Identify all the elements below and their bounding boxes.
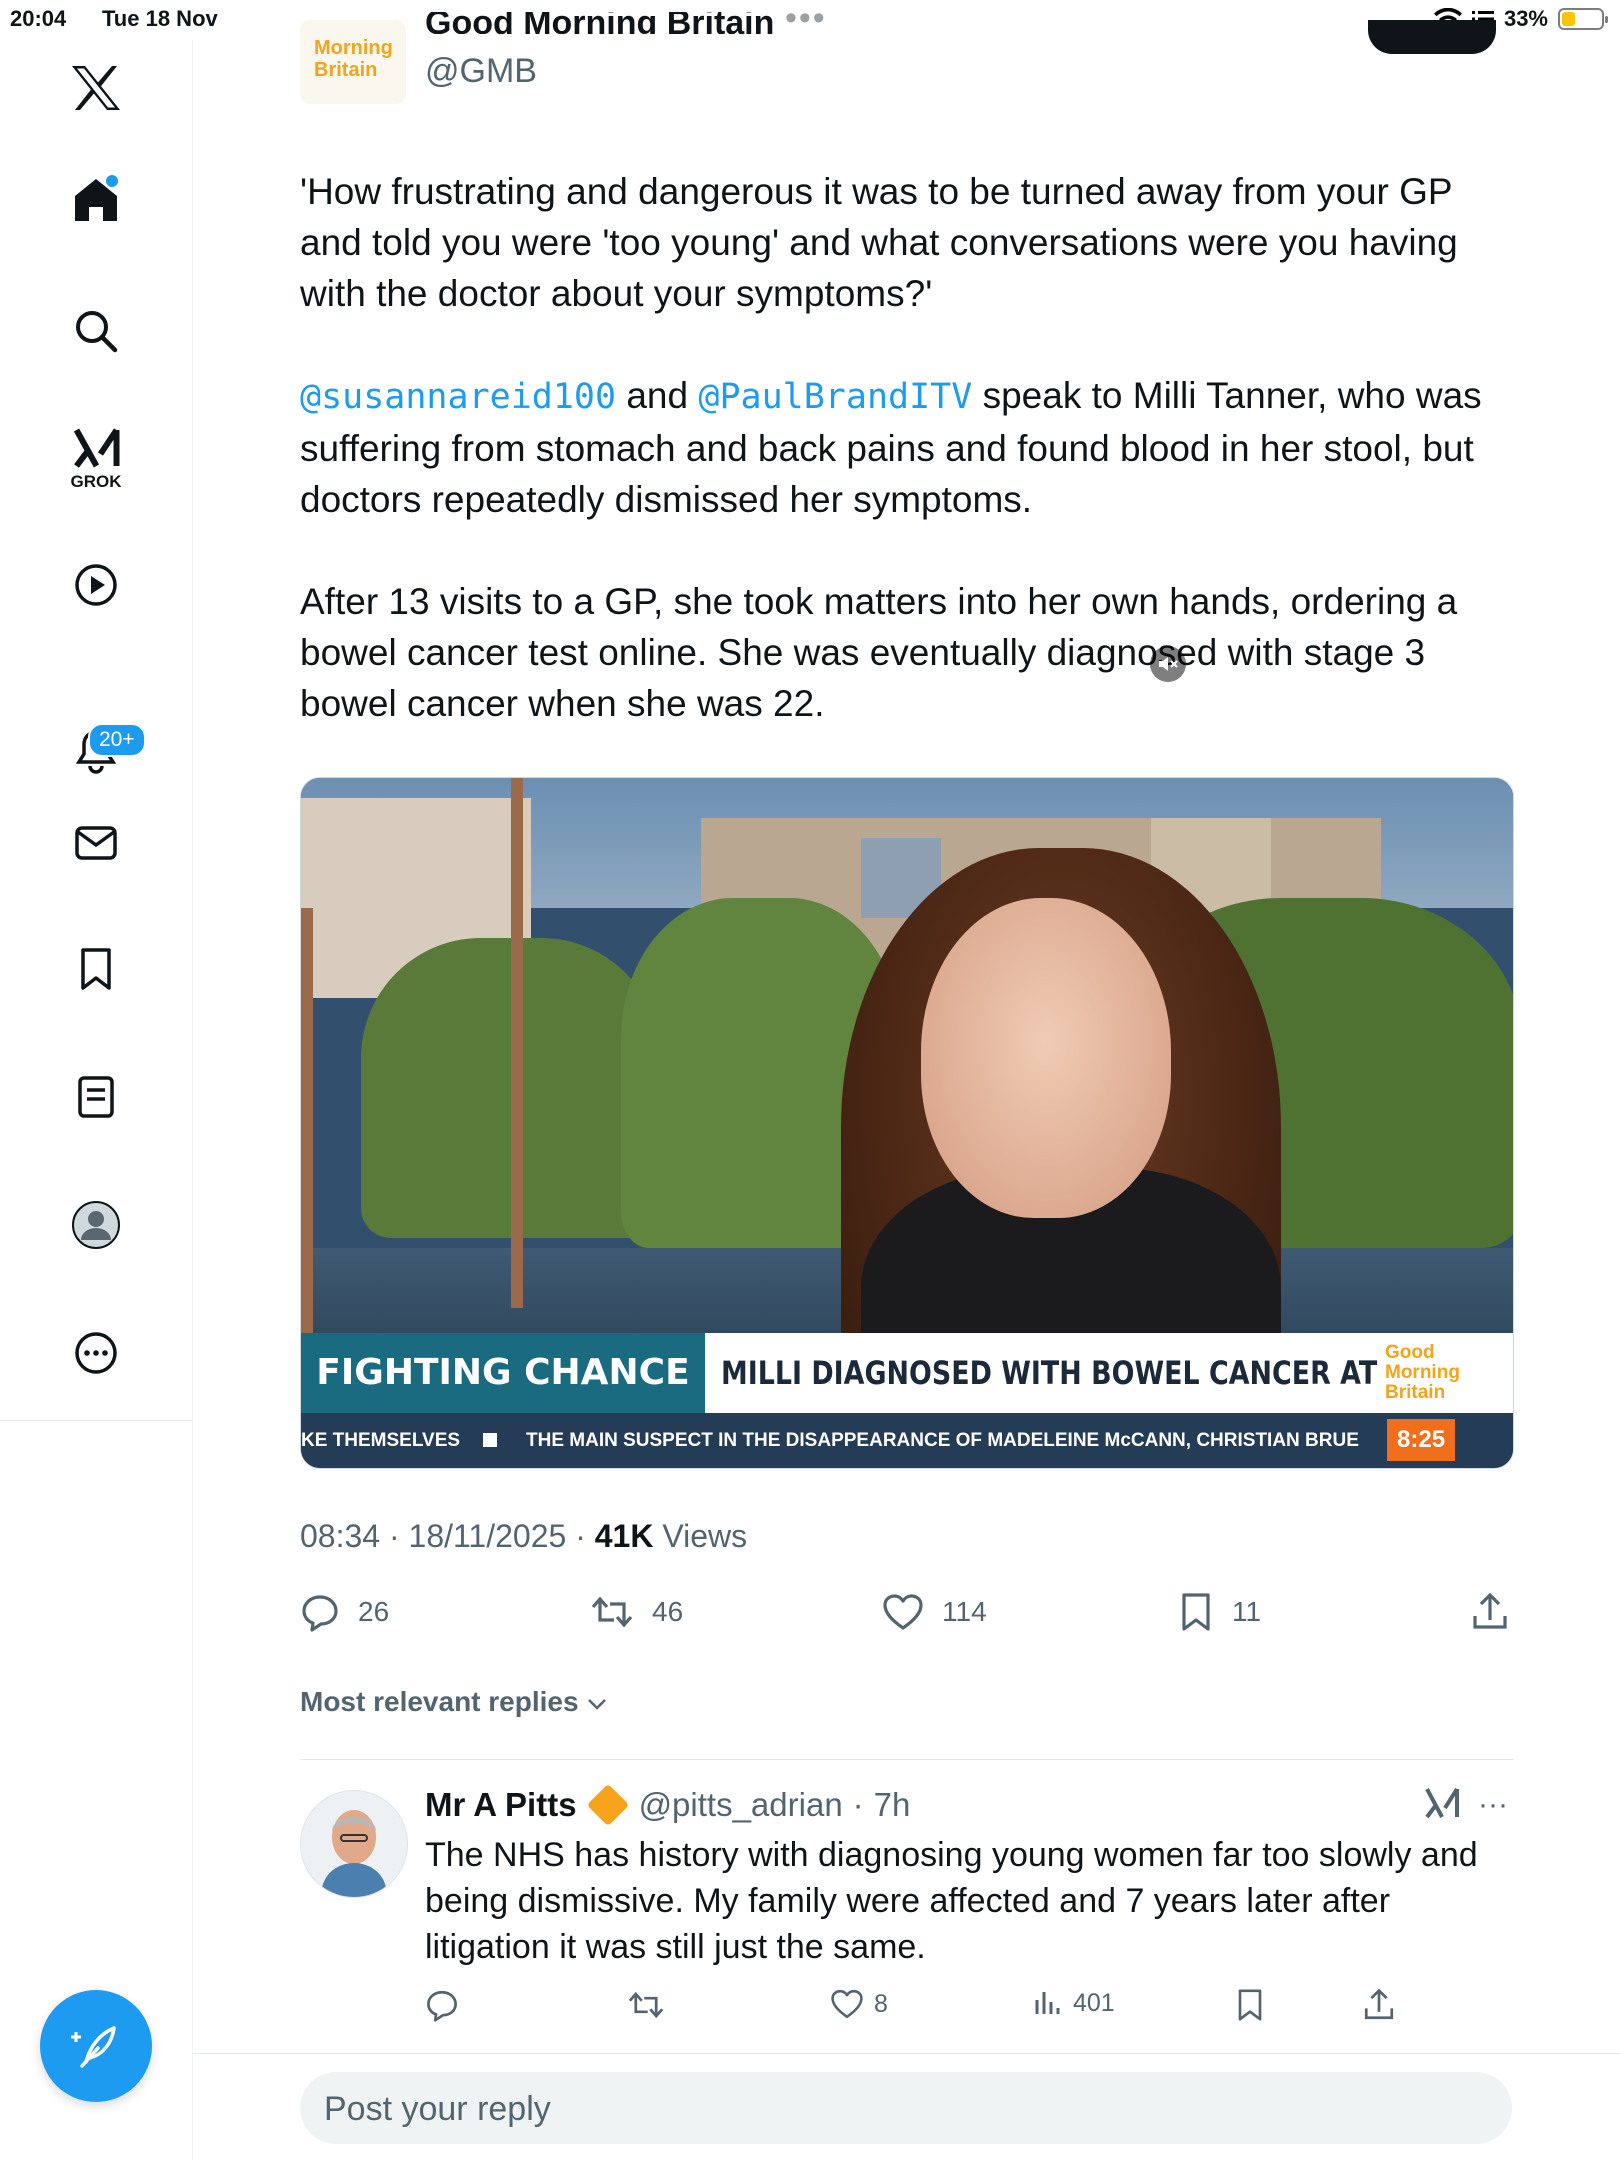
tweet-time[interactable]: 08:34 — [300, 1518, 380, 1554]
reply-repost-button[interactable] — [627, 1988, 665, 2022]
reply-like-count: 8 — [874, 1989, 888, 2018]
reply-view-count: 401 — [1073, 1988, 1115, 2017]
views-label: Views — [662, 1518, 748, 1554]
strap-label: FIGHTING CHANCE — [301, 1333, 705, 1413]
repost-icon — [591, 1596, 633, 1628]
mention-link[interactable]: @PaulBrandITV — [698, 377, 972, 417]
author-avatar[interactable]: Morning Britain — [300, 20, 406, 104]
grok-label: GROK — [70, 472, 122, 491]
compose-feather-icon — [71, 2026, 116, 2068]
bookmark-button[interactable]: 11 — [1178, 1592, 1261, 1632]
lists-icon[interactable] — [73, 1074, 119, 1120]
tweet-paragraph-3: After 13 visits to a GP, she took matter… — [300, 581, 1458, 724]
profile-avatar-icon[interactable] — [71, 1200, 121, 1250]
composer-divider — [192, 2053, 1620, 2054]
reply-count: 26 — [358, 1596, 390, 1627]
battery-icon — [1558, 8, 1608, 30]
logo-line-1: Morning — [314, 37, 393, 59]
author-handle[interactable]: @GMB — [425, 52, 537, 91]
muted-speaker-icon — [1159, 657, 1178, 671]
more-icon[interactable] — [73, 1330, 119, 1376]
tweet-meta: 08:34 · 18/11/2025 · 41K Views — [300, 1518, 748, 1554]
status-time: 20:04 — [10, 6, 67, 31]
reply-button[interactable]: 26 — [300, 1592, 389, 1632]
share-icon — [1364, 1988, 1394, 2020]
reply-views-button[interactable]: 401 — [1033, 1988, 1115, 2018]
messages-icon[interactable] — [73, 820, 119, 866]
gmb-watermark: Good Morning Britain — [1385, 1342, 1460, 1403]
tweet-paragraph-2: @susannareid100 and @PaulBrandITV speak … — [300, 370, 1520, 525]
chevron-down-icon — [588, 1698, 607, 1710]
bookmark-count: 11 — [1232, 1596, 1262, 1627]
tweet-date[interactable]: 18/11/2025 — [409, 1518, 567, 1554]
sidebar: GROK 20+ — [0, 40, 193, 2160]
sort-label: Most relevant replies — [300, 1686, 579, 1717]
conjunction-text: and — [616, 375, 699, 416]
reply-text: The NHS has history with diagnosing youn… — [425, 1836, 1478, 1966]
repost-button[interactable]: 46 — [590, 1592, 683, 1632]
reply-actions: 8 401 — [425, 1988, 1505, 2028]
follow-button[interactable] — [1368, 20, 1496, 54]
home-notification-dot — [106, 175, 118, 187]
mention-link[interactable]: @susannareid100 — [300, 377, 616, 417]
broadcast-clock: 8:25 — [1387, 1419, 1456, 1461]
reply-composer-input[interactable]: Post your reply — [300, 2072, 1512, 2144]
repost-icon — [628, 1991, 664, 2019]
tweet-body: 'How frustrating and dangerous it was to… — [300, 166, 1520, 780]
lower-third: FIGHTING CHANCE MILLI DIAGNOSED WITH BOW… — [301, 1333, 1513, 1468]
like-count: 114 — [942, 1596, 987, 1627]
heart-icon — [831, 1989, 863, 2019]
reply-like-button[interactable]: 8 — [830, 1988, 888, 2020]
bookmark-icon — [1182, 1593, 1210, 1631]
logo-line-2: Britain — [314, 59, 378, 81]
tweet-video[interactable]: FIGHTING CHANCE MILLI DIAGNOSED WITH BOW… — [300, 777, 1514, 1469]
x-logo-icon[interactable] — [70, 64, 122, 112]
reply-avatar[interactable] — [300, 1790, 408, 1898]
repost-count: 46 — [652, 1596, 684, 1627]
reply-reply-button[interactable] — [425, 1988, 459, 2022]
tweet-actions: 26 46 114 11 — [300, 1592, 1512, 1642]
analytics-icon — [1035, 1992, 1060, 2014]
multitasking-dots[interactable]: ••• — [785, 0, 827, 36]
views-count: 41K — [594, 1518, 654, 1554]
reply-share-button[interactable] — [1362, 1988, 1396, 2022]
reply-author-handle[interactable]: @pitts_adrian — [639, 1786, 843, 1824]
like-button[interactable]: 114 — [882, 1592, 987, 1632]
grok-icon — [73, 428, 119, 468]
video-icon[interactable] — [73, 562, 119, 608]
bookmark-icon — [1238, 1989, 1262, 2021]
author-name[interactable]: Good Morning Britain — [425, 12, 774, 34]
sidebar-divider — [0, 1420, 192, 1421]
ticker-main-text: THE MAIN SUSPECT IN THE DISAPPEARANCE OF… — [526, 1430, 1359, 1451]
strap-headline: MILLI DIAGNOSED WITH BOWEL CANCER AT 22 — [721, 1354, 1378, 1468]
verified-badge-icon — [586, 1783, 629, 1827]
compose-post-button[interactable] — [40, 1990, 152, 2102]
reply-bookmark-button[interactable] — [1235, 1988, 1265, 2022]
status-date: Tue 18 Nov — [102, 6, 218, 31]
reply-header: Mr A Pitts @pitts_adrian · 7h — [425, 1783, 911, 1827]
tweet-paragraph-1: 'How frustrating and dangerous it was to… — [300, 171, 1458, 314]
reply-icon — [427, 1990, 457, 2022]
battery-percent: 33% — [1503, 6, 1548, 31]
grok-explain-icon[interactable] — [1424, 1786, 1460, 1825]
replies-divider — [300, 1759, 1514, 1760]
news-ticker: KE THEMSELVES THE MAIN SUSPECT IN THE DI… — [301, 1413, 1513, 1468]
mute-toggle-button[interactable] — [1150, 646, 1186, 682]
reply-icon — [302, 1595, 338, 1632]
notifications-badge: 20+ — [88, 723, 146, 757]
reply-placeholder: Post your reply — [324, 2090, 551, 2128]
heart-icon — [883, 1594, 923, 1630]
reply-author-name[interactable]: Mr A Pitts — [425, 1786, 577, 1824]
more-options-icon[interactable]: ··· — [1478, 1788, 1508, 1822]
grok-nav[interactable]: GROK — [71, 426, 122, 492]
ticker-left-text: KE THEMSELVES — [301, 1430, 461, 1451]
share-button[interactable] — [1470, 1592, 1510, 1632]
bookmarks-icon[interactable] — [73, 946, 119, 992]
reply-age[interactable]: 7h — [874, 1786, 911, 1824]
search-icon[interactable] — [73, 308, 119, 354]
replies-sort-dropdown[interactable]: Most relevant replies — [300, 1686, 608, 1718]
share-icon — [1473, 1592, 1507, 1629]
